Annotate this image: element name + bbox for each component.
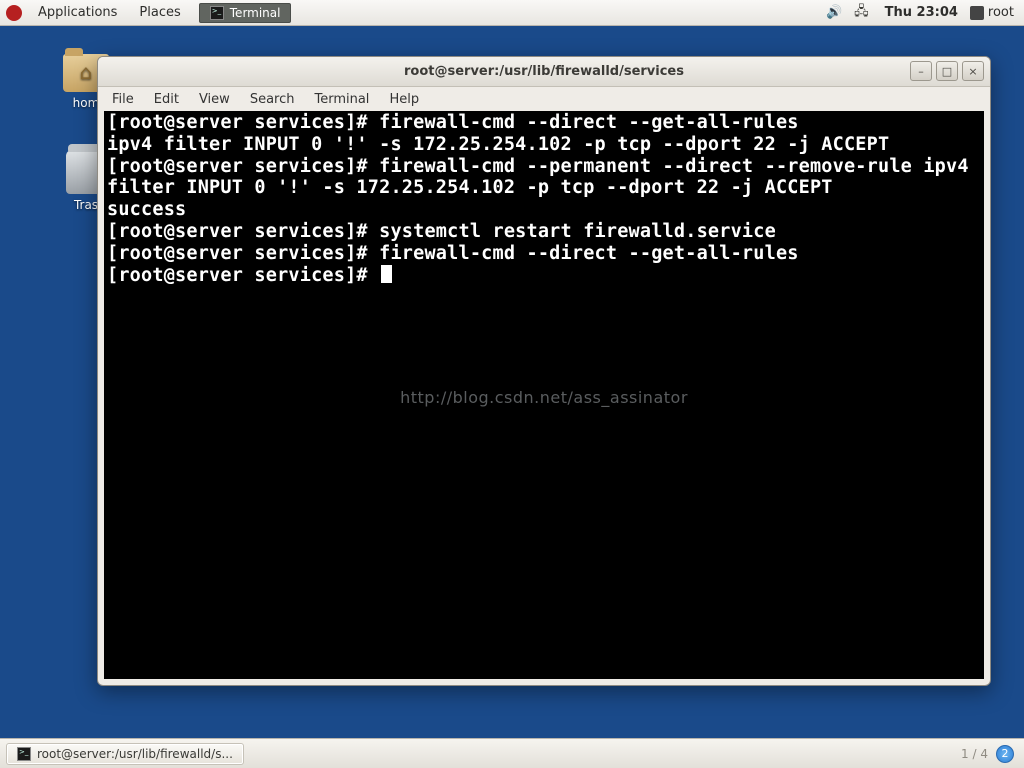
menu-edit[interactable]: Edit	[146, 90, 187, 109]
pager-label: 1 / 4	[961, 747, 988, 761]
terminal-line: success	[107, 199, 186, 220]
terminal-line: [root@server services]# firewall-cmd --p…	[107, 156, 980, 199]
terminal-viewport[interactable]: [root@server services]# firewall-cmd --d…	[104, 111, 984, 679]
top-panel: Applications Places Terminal 🔊 🖧 Thu 23:…	[0, 0, 1024, 26]
terminal-line: ipv4 filter INPUT 0 '!' -s 172.25.254.10…	[107, 134, 889, 155]
terminal-line: [root@server services]# systemctl restar…	[107, 221, 776, 242]
menu-view[interactable]: View	[191, 90, 238, 109]
topbar-task-terminal[interactable]: Terminal	[199, 3, 292, 23]
menu-file[interactable]: File	[104, 90, 142, 109]
window-title: root@server:/usr/lib/firewalld/services	[98, 64, 990, 79]
menubar: File Edit View Search Terminal Help	[98, 87, 990, 111]
user-label: root	[988, 5, 1014, 20]
distro-icon[interactable]	[6, 5, 22, 21]
taskbar-item-terminal[interactable]: root@server:/usr/lib/firewalld/s...	[6, 743, 244, 765]
user-icon	[970, 6, 984, 20]
network-icon[interactable]: 🖧	[854, 2, 869, 24]
minimize-button[interactable]: –	[910, 61, 932, 81]
menu-places[interactable]: Places	[129, 1, 190, 24]
menu-terminal[interactable]: Terminal	[306, 90, 377, 109]
terminal-window: root@server:/usr/lib/firewalld/services …	[97, 56, 991, 686]
terminal-line: [root@server services]#	[107, 265, 379, 286]
menu-help[interactable]: Help	[381, 90, 427, 109]
menu-applications[interactable]: Applications	[28, 1, 127, 24]
user-menu[interactable]: root	[970, 5, 1014, 20]
clock[interactable]: Thu 23:04	[881, 5, 958, 20]
workspace-switcher[interactable]: 2	[996, 745, 1014, 763]
topbar-task-label: Terminal	[230, 6, 281, 20]
terminal-line: [root@server services]# firewall-cmd --d…	[107, 243, 799, 264]
close-button[interactable]: ×	[962, 61, 984, 81]
maximize-button[interactable]: □	[936, 61, 958, 81]
terminal-line: [root@server services]# firewall-cmd --d…	[107, 112, 799, 133]
terminal-icon	[17, 747, 31, 761]
titlebar[interactable]: root@server:/usr/lib/firewalld/services …	[98, 57, 990, 87]
menu-search[interactable]: Search	[242, 90, 303, 109]
cursor	[381, 265, 392, 283]
terminal-icon	[210, 6, 224, 20]
volume-icon[interactable]: 🔊	[826, 5, 842, 20]
bottom-panel: root@server:/usr/lib/firewalld/s... 1 / …	[0, 738, 1024, 768]
taskbar-item-label: root@server:/usr/lib/firewalld/s...	[37, 747, 233, 761]
watermark: http://blog.csdn.net/ass_assinator	[104, 389, 984, 408]
